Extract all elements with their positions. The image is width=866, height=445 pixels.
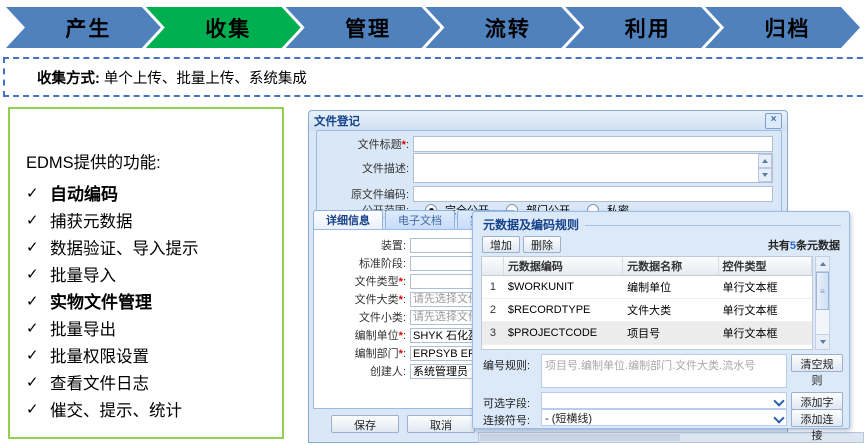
flow-step-collect: 收集: [146, 7, 301, 48]
flow-step-archive: 归档: [705, 7, 860, 48]
connector-row: 连接符号: - (短横线): [483, 409, 841, 428]
features-title: EDMS提供的功能:: [26, 149, 282, 173]
metadata-table: 元数据编码 元数据名称 控件类型 1 $WORKUNIT 编制单位 单行文本框 …: [481, 256, 813, 350]
clear-rule-button[interactable]: 清空规则: [791, 354, 843, 372]
tab-detail-info[interactable]: 详细信息: [313, 210, 383, 229]
close-icon[interactable]: ×: [765, 113, 782, 129]
field-row-title: 文件标题*:: [317, 136, 781, 152]
col-type[interactable]: 控件类型: [719, 257, 812, 275]
file-description-wrap: [413, 153, 773, 183]
original-code-label: 原文件编码:: [317, 186, 413, 202]
optional-field-select[interactable]: [541, 392, 787, 409]
process-flow: 产生 收集 管理 流转 利用 归档: [6, 7, 860, 48]
check-icon: ✓: [26, 265, 50, 283]
flow-step-manage: 管理: [286, 7, 441, 48]
feature-item: ✓捕获元数据: [26, 206, 282, 233]
feature-item: ✓自动编码: [26, 179, 282, 206]
scrollbar-thumb[interactable]: ≡: [816, 272, 829, 310]
check-icon: ✓: [26, 292, 50, 310]
rule-input[interactable]: 项目号.编制单位.编制部门.文件大类.流水号: [541, 354, 787, 388]
dialog-title: 文件登记: [314, 113, 765, 129]
check-icon: ✓: [26, 319, 50, 337]
feature-item: ✓数据验证、导入提示: [26, 233, 282, 260]
file-description-textarea[interactable]: [413, 153, 773, 183]
spinner-down-icon[interactable]: [758, 168, 772, 182]
feature-item: ✓催交、提示、统计: [26, 395, 282, 422]
title-rule-line: [585, 225, 841, 226]
scrollbar-thumb[interactable]: [480, 434, 680, 441]
file-title-input[interactable]: [413, 136, 773, 152]
flow-step-label: 产生: [65, 13, 111, 43]
features-box: EDMS提供的功能: ✓自动编码 ✓捕获元数据 ✓数据验证、导入提示 ✓批量导入…: [8, 107, 284, 439]
collection-method-banner: 收集方式: 单个上传、批量上传、系统集成: [3, 57, 866, 97]
add-connector-button[interactable]: 添加连接: [791, 409, 843, 427]
flow-step-produce: 产生: [6, 7, 161, 48]
check-icon: ✓: [26, 346, 50, 364]
file-title-label: 文件标题*:: [317, 136, 413, 152]
metadata-panel-title-row: 元数据及编码规则: [483, 216, 841, 233]
save-button[interactable]: 保存: [331, 415, 399, 433]
feature-item: ✓批量导入: [26, 260, 282, 287]
horizontal-scrollbar[interactable]: [478, 432, 864, 443]
banner-label: 收集方式:: [37, 67, 100, 88]
table-row[interactable]: 1 $WORKUNIT 编制单位 单行文本框: [482, 276, 812, 299]
flow-step-use: 利用: [565, 7, 720, 48]
metadata-panel-title: 元数据及编码规则: [483, 216, 579, 233]
metadata-rules-panel: 元数据及编码规则 增加 删除 共有5条元数据 元数据编码 元数据名称 控件类型 …: [472, 211, 850, 429]
feature-item: ✓查看文件日志: [26, 368, 282, 395]
dialog-titlebar[interactable]: 文件登记 ×: [309, 111, 787, 131]
dropdown-arrow-icon[interactable]: [773, 412, 784, 423]
connector-select[interactable]: - (短横线): [541, 409, 787, 426]
scroll-up-icon[interactable]: [816, 257, 829, 272]
field-row-description: 文件描述:: [317, 153, 781, 183]
metadata-count: 共有5条元数据: [768, 237, 840, 253]
dialog-top-fieldset: 文件标题*: 文件描述: 原文件编码: 公开范围:: [316, 130, 782, 218]
check-icon: ✓: [26, 238, 50, 256]
check-icon: ✓: [26, 184, 50, 202]
rule-label: 编号规则:: [483, 354, 541, 373]
feature-item: ✓实物文件管理: [26, 287, 282, 314]
original-code-input[interactable]: [413, 186, 773, 202]
table-scrollbar[interactable]: ≡: [815, 256, 830, 350]
scroll-down-icon[interactable]: [816, 334, 829, 349]
spinner-up-icon[interactable]: [758, 154, 772, 168]
banner-text: 单个上传、批量上传、系统集成: [104, 67, 307, 88]
table-row[interactable]: 2 $RECORDTYPE 文件大类 单行文本框: [482, 299, 812, 322]
flow-step-flow: 流转: [425, 7, 580, 48]
cancel-button[interactable]: 取消: [407, 415, 475, 433]
add-button[interactable]: 增加: [482, 236, 520, 253]
table-row[interactable]: 3 $PROJECTCODE 项目号 单行文本框: [482, 322, 812, 345]
flow-step-label: 收集: [205, 13, 251, 43]
textarea-spinner: [758, 154, 772, 182]
flow-step-label: 管理: [345, 13, 391, 43]
connector-label: 连接符号:: [483, 409, 541, 428]
col-name[interactable]: 元数据名称: [623, 257, 718, 275]
tab-electronic-doc[interactable]: 电子文档: [385, 210, 455, 229]
check-icon: ✓: [26, 373, 50, 391]
table-row[interactable]: 4 $DEPARTMENT 编制部门 单行文本框: [482, 345, 812, 350]
dropdown-arrow-icon[interactable]: [773, 395, 784, 406]
col-code[interactable]: 元数据编码: [504, 257, 623, 275]
feature-item: ✓批量导出: [26, 314, 282, 341]
flow-step-label: 归档: [765, 13, 811, 43]
add-field-button[interactable]: 添加字段: [791, 392, 843, 410]
flow-step-label: 流转: [485, 13, 531, 43]
flow-step-label: 利用: [625, 13, 671, 43]
slide: 产生 收集 管理 流转 利用 归档 收集方式: 单个上传、批量上传、系统集成 E…: [0, 0, 866, 445]
file-description-label: 文件描述:: [317, 160, 413, 176]
feature-item: ✓批量权限设置: [26, 341, 282, 368]
rule-row: 编号规则: 项目号.编制单位.编制部门.文件大类.流水号: [483, 354, 841, 388]
check-icon: ✓: [26, 400, 50, 418]
check-icon: ✓: [26, 211, 50, 229]
field-row-original-code: 原文件编码:: [317, 186, 781, 202]
metadata-toolbar: 增加 删除 共有5条元数据: [482, 236, 840, 253]
table-header: 元数据编码 元数据名称 控件类型: [482, 257, 812, 276]
delete-button[interactable]: 删除: [523, 236, 561, 253]
